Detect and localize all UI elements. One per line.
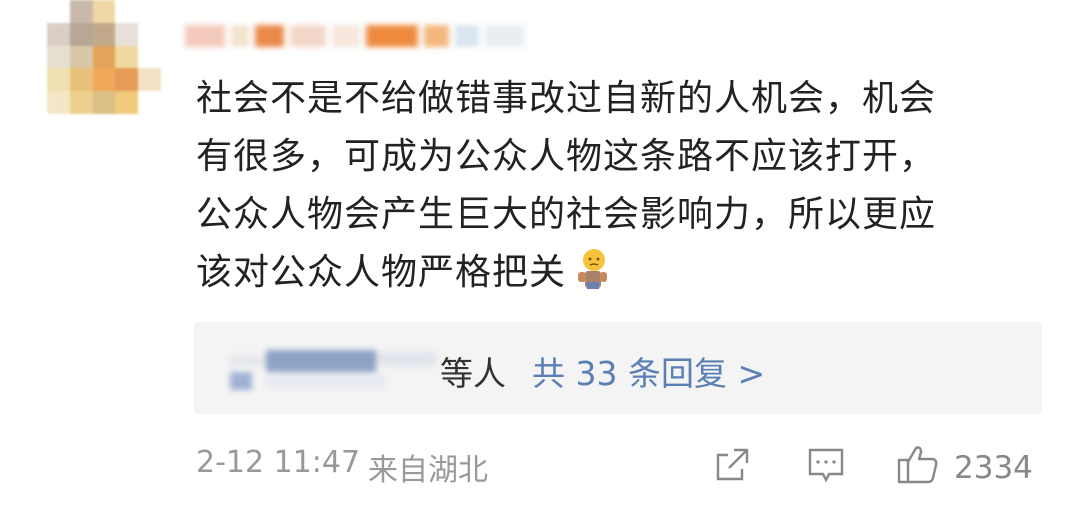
- share-icon[interactable]: [712, 445, 752, 493]
- like-count: 2334: [954, 450, 1033, 486]
- shrug-emoji-icon: [572, 248, 610, 290]
- reply-suffix: 等人: [440, 354, 506, 393]
- comment-footer: 2-12 11:47 来自湖北 2334: [196, 443, 1046, 488]
- location: 来自湖北: [368, 453, 488, 488]
- like-button[interactable]: 2334: [896, 443, 1033, 493]
- reply-usernames: [226, 346, 436, 394]
- comment-body: 社会不是不给做错事改过自新的人机会，机会 有很多，可成为公众人物这条路不应该打开…: [196, 70, 1056, 302]
- comment-icon[interactable]: [806, 445, 846, 493]
- username[interactable]: [185, 22, 526, 50]
- comment-line: 公众人物会产生巨大的社会影响力，所以更应: [196, 194, 937, 235]
- view-replies-link[interactable]: 共 33 条回复 >: [532, 347, 765, 395]
- replies-preview[interactable]: 等人 共 33 条回复 >: [194, 322, 1042, 414]
- like-icon: [896, 443, 940, 493]
- timestamp: 2-12 11:47: [196, 445, 361, 480]
- comment-line: 有很多，可成为公众人物这条路不应该打开，: [196, 136, 937, 177]
- reply-summary: 等人 共 33 条回复 >: [440, 347, 765, 395]
- avatar[interactable]: [47, 0, 161, 114]
- comment-line: 社会不是不给做错事改过自新的人机会，机会: [196, 78, 937, 119]
- comment-line: 该对公众人物严格把关: [196, 244, 1056, 302]
